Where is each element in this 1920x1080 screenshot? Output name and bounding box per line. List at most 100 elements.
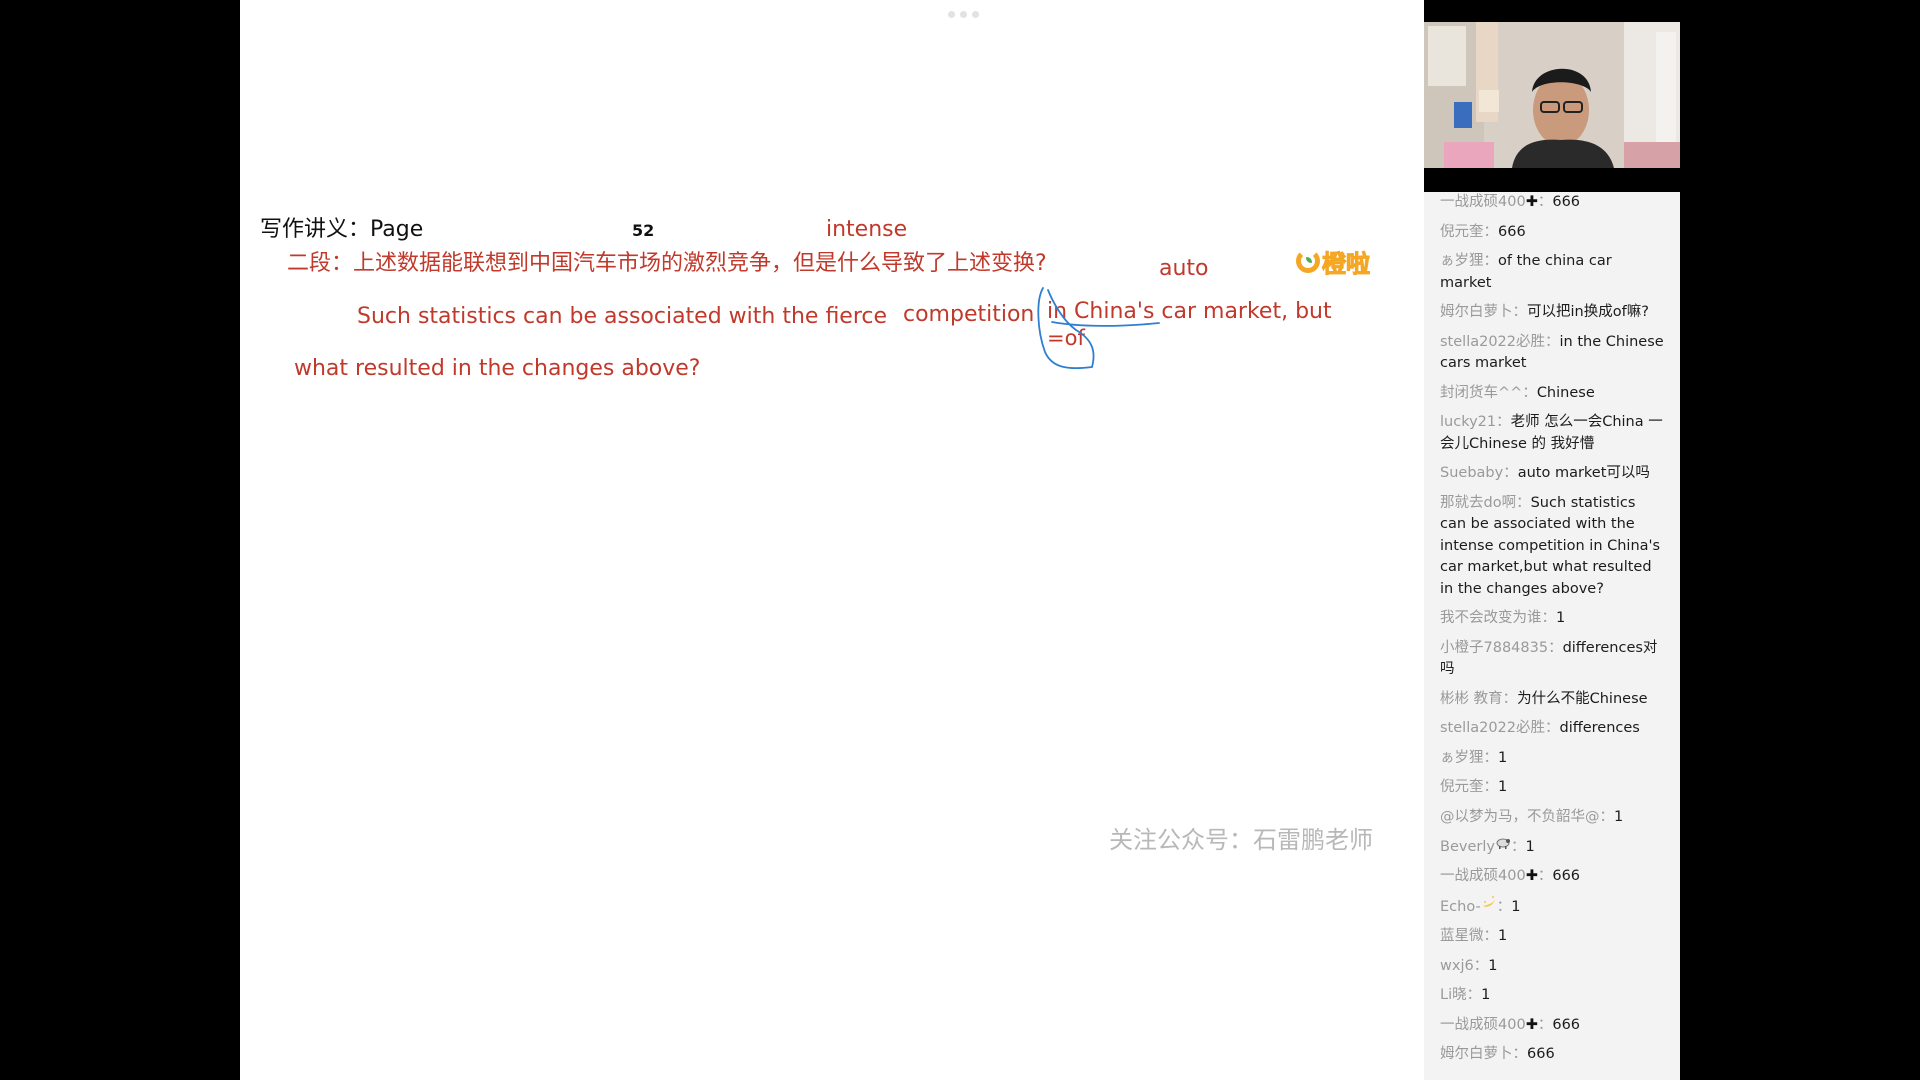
translation-line-2: what resulted in the changes above?	[294, 356, 701, 381]
chat-message: 蓝星微：1	[1424, 926, 1680, 948]
webcam-video[interactable]	[1424, 22, 1680, 168]
chat-message: 姆尔白萝卜：可以把in换成of嘛?	[1424, 302, 1680, 324]
chat-message: 一战成硕400✚：666	[1424, 1015, 1680, 1037]
chat-message: lucky21：老师 怎么一会China 一会儿Chinese 的 我好懵	[1424, 412, 1680, 455]
chat-separator: ：	[1473, 957, 1489, 974]
chat-message: 倪元奎：666	[1424, 222, 1680, 244]
chat-username: 一战成硕400	[1440, 194, 1526, 210]
chat-separator: ：	[1483, 779, 1499, 795]
chat-text: 666	[1552, 194, 1581, 210]
logo-text: 橙啦	[1322, 249, 1371, 278]
chat-text: Chinese	[1536, 384, 1595, 401]
chat-separator: ：	[1512, 304, 1528, 320]
chat-message: Suebaby：auto market可以吗	[1424, 463, 1680, 485]
chat-message: 那就去do啊：Such statistics can be associated…	[1424, 493, 1680, 601]
chat-separator: ：	[1545, 333, 1560, 350]
chat-separator: ：	[1512, 1046, 1528, 1062]
chat-separator: ：	[1502, 690, 1518, 707]
chat-separator: ：	[1548, 639, 1563, 656]
chat-username: Beverly	[1440, 838, 1495, 855]
chat-text: 666	[1552, 868, 1581, 885]
chat-text: 1	[1511, 898, 1521, 915]
chat-message: Beverly ：1	[1424, 836, 1680, 858]
chat-username: 小橙子7884835	[1440, 639, 1549, 656]
whiteboard[interactable]: 写作讲义：Page 52 intense 二段：上述数据能联想到中国汽车市场的激…	[240, 0, 1424, 1080]
chat-text: differences	[1559, 720, 1640, 736]
chat-message: 彬彬 教育：为什么不能Chinese	[1424, 689, 1680, 711]
chat-username: 倪元奎	[1440, 223, 1484, 240]
chat-separator: ：	[1537, 868, 1553, 885]
chat-separator: ：	[1537, 1016, 1553, 1033]
watermark: 关注公众号：石雷鹏老师	[1109, 826, 1373, 854]
chat-message: @以梦为马，不负韶华@：1	[1424, 807, 1680, 829]
chat-separator: ：	[1516, 494, 1531, 511]
chat-text: 1	[1525, 838, 1535, 855]
chat-text: 1	[1498, 749, 1508, 766]
chat-text: 1	[1488, 957, 1498, 974]
chat-separator: ：	[1541, 610, 1557, 626]
chat-separator: ：	[1522, 384, 1537, 401]
chat-separator: ：	[1483, 223, 1499, 240]
chat-message: stella2022必胜：in the Chinese cars market	[1424, 332, 1680, 375]
handout-heading: 写作讲义：Page 52	[260, 219, 654, 241]
chat-separator: ：	[1537, 194, 1553, 210]
translation-line-1: Such statistics can be associated with t…	[357, 304, 888, 329]
teacher-video-frame	[1424, 22, 1680, 168]
annotation-intense: intense	[826, 217, 908, 242]
chat-username: ぁ岁狸	[1440, 253, 1484, 269]
chat-message: 倪元奎：1	[1424, 777, 1680, 799]
chat-message: Li晓：1	[1424, 985, 1680, 1007]
chat-username: 蓝星微	[1440, 928, 1484, 944]
chat-username: 我不会改变为谁	[1440, 610, 1542, 626]
chat-separator: ：	[1496, 414, 1511, 430]
chat-message: 一战成硕400✚：666	[1424, 866, 1680, 888]
cross-icon: ✚	[1525, 194, 1538, 210]
chat-separator: ：	[1466, 987, 1482, 1003]
more-options-icon[interactable]	[945, 11, 981, 19]
chat-message: 姆尔白萝卜：666	[1424, 1044, 1680, 1066]
chat-username: 那就去do啊	[1440, 494, 1517, 511]
chat-message-list[interactable]: 一战成硕400✚：666 倪元奎：666 ぁ岁狸：of the china car …	[1424, 192, 1680, 1080]
chat-username: Echo-	[1440, 898, 1481, 915]
chat-message: 小橙子7884835：differences对吗	[1424, 638, 1680, 681]
chat-separator: ：	[1496, 898, 1512, 915]
chat-text: 1	[1481, 987, 1491, 1003]
chat-message: 封闭货车^^：Chinese	[1424, 383, 1680, 405]
chat-separator: ：	[1599, 808, 1615, 825]
chat-message: ぁ岁狸：1	[1424, 748, 1680, 770]
chat-text: 1	[1614, 808, 1624, 825]
chat-separator: ：	[1503, 465, 1518, 481]
chat-text: 1	[1556, 610, 1566, 626]
chat-text: 666	[1552, 1016, 1581, 1033]
cross-icon: ✚	[1525, 868, 1538, 885]
chat-username: wxj6	[1440, 957, 1474, 974]
translation-line-1-end: in China's car market, but	[1047, 299, 1332, 324]
side-panel: 一战成硕400✚：666 倪元奎：666 ぁ岁狸：of the china car …	[1424, 0, 1680, 1080]
annotation-auto: auto	[1159, 256, 1209, 281]
chat-text: 666	[1527, 1046, 1555, 1062]
chat-separator: ：	[1483, 928, 1499, 944]
chat-text: auto market可以吗	[1517, 465, 1650, 481]
chat-username: 姆尔白萝卜	[1440, 1046, 1513, 1062]
chat-message: 我不会改变为谁：1	[1424, 608, 1680, 630]
chat-separator: ：	[1545, 720, 1560, 736]
chat-message: wxj6：1	[1424, 956, 1680, 978]
chat-username: 姆尔白萝卜	[1440, 304, 1513, 320]
page-number: 52	[632, 221, 655, 240]
chat-username: Suebaby	[1440, 465, 1504, 481]
logo-icon	[1296, 249, 1320, 273]
chat-message: stella2022必胜：differences	[1424, 718, 1680, 740]
chat-separator: ：	[1483, 253, 1499, 269]
chat-username: 彬彬 教育	[1440, 690, 1503, 707]
annotation-of: =of	[1047, 326, 1085, 350]
chat-username: stella2022必胜	[1440, 333, 1546, 350]
chat-message: Echo- ：1	[1424, 895, 1680, 918]
chat-username: 倪元奎	[1440, 779, 1484, 795]
chat-text: 可以把in换成of嘛?	[1527, 304, 1649, 320]
chat-separator: ：	[1510, 838, 1526, 855]
paragraph-prompt: 二段：上述数据能联想到中国汽车市场的激烈竞争，但是什么导致了上述变换?	[287, 251, 1047, 276]
moon-icon	[1481, 895, 1497, 918]
chat-separator: ：	[1483, 749, 1499, 766]
cross-icon: ✚	[1525, 1016, 1538, 1033]
chat-text: 1	[1498, 779, 1508, 795]
